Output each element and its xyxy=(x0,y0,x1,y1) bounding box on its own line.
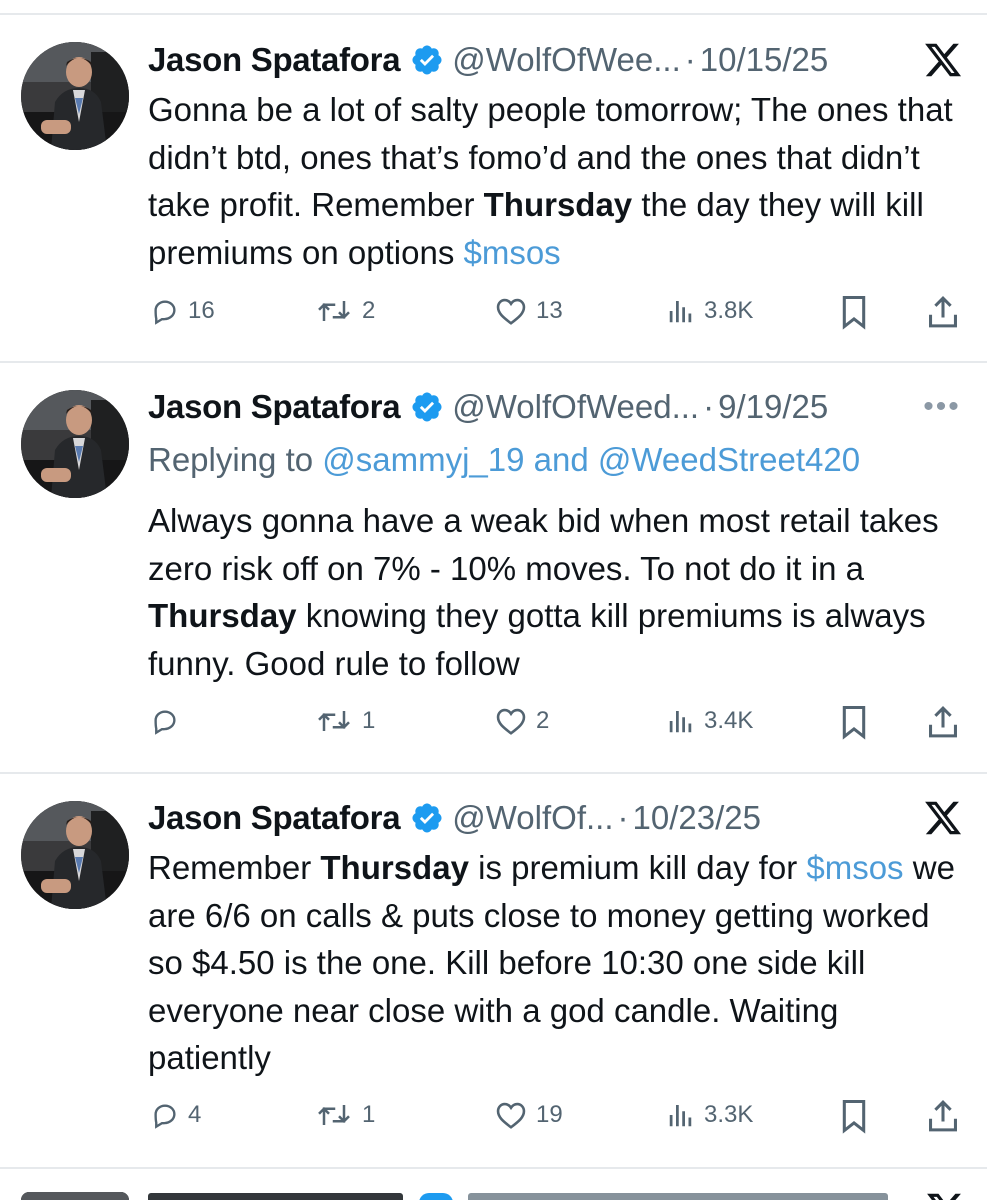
tweet-divider xyxy=(0,361,987,363)
like-count: 19 xyxy=(536,1101,563,1128)
share-button[interactable] xyxy=(926,294,960,330)
reply-button[interactable] xyxy=(150,706,188,736)
replying-to-label: Replying to xyxy=(148,441,323,478)
author-handle[interactable]: @WolfOf... xyxy=(452,799,613,837)
tweet-text-bold: Thursday xyxy=(148,597,297,634)
reply-count: 16 xyxy=(188,297,215,324)
views-button[interactable]: 3.4K xyxy=(666,706,753,736)
bookmark-button[interactable] xyxy=(837,1098,871,1134)
repost-icon xyxy=(318,1105,350,1125)
avatar[interactable] xyxy=(21,42,129,150)
tweet-divider xyxy=(0,772,987,774)
verified-badge-icon xyxy=(410,390,444,424)
views-button[interactable]: 3.3K xyxy=(666,1100,753,1130)
share-button[interactable] xyxy=(926,704,960,740)
separator-dot: · xyxy=(703,388,715,425)
heart-icon xyxy=(496,1102,526,1129)
separator-dot: · xyxy=(684,41,696,78)
tweet-text: Always gonna have a weak bid when most r… xyxy=(148,497,968,687)
cashtag-link[interactable]: $msos xyxy=(463,234,560,271)
bookmark-icon xyxy=(842,705,866,740)
tweet-text-segment: is premium kill day for xyxy=(468,849,807,886)
views-chart-icon xyxy=(669,711,692,733)
share-icon xyxy=(929,295,957,328)
repost-button[interactable]: 1 xyxy=(314,706,375,736)
share-icon xyxy=(929,1099,957,1132)
like-count: 2 xyxy=(536,707,550,734)
author-handle[interactable]: @WolfOfWee... xyxy=(452,41,681,79)
x-logo-icon xyxy=(925,1190,965,1200)
x-logo-icon xyxy=(921,40,965,80)
replying-to-line: Replying to @sammyj_19 and @WeedStreet42… xyxy=(148,441,860,479)
reply-icon xyxy=(154,1104,176,1129)
share-icon xyxy=(929,705,957,738)
avatar[interactable] xyxy=(21,390,129,498)
repost-count: 2 xyxy=(362,297,376,324)
share-button[interactable] xyxy=(926,1098,960,1134)
views-count: 3.3K xyxy=(704,1101,754,1128)
tweet-divider xyxy=(0,1167,987,1169)
bookmark-icon xyxy=(842,295,866,330)
views-count: 3.8K xyxy=(704,297,754,324)
separator-dot: · xyxy=(617,799,629,836)
tweet-actions: 16 2 13 3.8K xyxy=(0,290,987,334)
bookmark-button[interactable] xyxy=(837,294,871,330)
avatar[interactable] xyxy=(21,801,129,909)
more-icon[interactable]: ••• xyxy=(919,387,965,427)
verified-badge-icon xyxy=(410,801,444,835)
author-name[interactable]: Jason Spatafora xyxy=(148,799,401,837)
repost-button[interactable]: 2 xyxy=(314,296,375,326)
tweet-text-segment: Remember xyxy=(148,849,321,886)
x-logo-icon xyxy=(921,798,965,838)
repost-button[interactable]: 1 xyxy=(314,1100,375,1130)
verified-badge-icon xyxy=(410,43,444,77)
reply-button[interactable]: 16 xyxy=(150,296,215,326)
author-handle[interactable]: @WolfOfWeed... xyxy=(452,388,699,426)
avatar-photo xyxy=(21,801,129,909)
reply-button[interactable]: 4 xyxy=(150,1100,201,1130)
tweet-text-bold: Thursday xyxy=(483,186,633,223)
avatar-photo xyxy=(21,390,129,498)
author-name[interactable]: Jason Spatafora xyxy=(148,41,401,79)
tweet-date[interactable]: 9/19/25 xyxy=(718,388,828,426)
top-divider xyxy=(0,13,987,15)
tweet-text: Gonna be a lot of salty people tomorrow;… xyxy=(148,86,968,276)
tweet-header: Jason Spatafora @WolfOfWee... · 10/15/25 xyxy=(148,40,828,80)
tweet-text-bold: Thursday xyxy=(320,849,469,886)
avatar-photo xyxy=(21,42,129,150)
repost-count: 1 xyxy=(362,1101,376,1128)
tweet-actions: 4 1 19 3.3K xyxy=(0,1094,987,1138)
avatar xyxy=(21,1192,129,1200)
tweet-text-segment: Always gonna have a weak bid when most r… xyxy=(148,502,939,587)
like-count: 13 xyxy=(536,297,563,324)
like-button[interactable]: 2 xyxy=(494,706,549,736)
tweet-date[interactable]: 10/23/25 xyxy=(633,799,761,837)
heart-icon xyxy=(496,708,526,735)
like-button[interactable]: 19 xyxy=(494,1100,563,1130)
avatar-photo xyxy=(21,1192,129,1200)
views-button[interactable]: 3.8K xyxy=(666,296,753,326)
like-button[interactable]: 13 xyxy=(494,296,563,326)
repost-count: 1 xyxy=(362,707,376,734)
tweet-header: Jason Spatafora @WolfOfWeed... · 9/19/25 xyxy=(148,387,828,427)
views-chart-icon xyxy=(669,301,692,323)
next-tweet-header-cutoff xyxy=(148,1190,928,1200)
tweet-header: Jason Spatafora @WolfOf... · 10/23/25 xyxy=(148,798,761,838)
cashtag-link[interactable]: $msos xyxy=(806,849,903,886)
tweet-actions: 1 2 3.4K xyxy=(0,700,987,744)
bookmark-icon xyxy=(842,1099,866,1134)
tweet-date[interactable]: 10/15/25 xyxy=(700,41,828,79)
repost-icon xyxy=(318,711,350,731)
heart-icon xyxy=(496,298,526,325)
reply-icon xyxy=(154,300,176,325)
author-name[interactable]: Jason Spatafora xyxy=(148,388,401,426)
reply-count: 4 xyxy=(188,1101,202,1128)
reply-mentions-link[interactable]: @sammyj_19 and @WeedStreet420 xyxy=(322,441,860,478)
tweet-text: Remember Thursday is premium kill day fo… xyxy=(148,844,968,1082)
reply-icon xyxy=(154,710,176,735)
bookmark-button[interactable] xyxy=(837,704,871,740)
views-count: 3.4K xyxy=(704,707,754,734)
repost-icon xyxy=(318,301,350,321)
views-chart-icon xyxy=(669,1105,692,1127)
